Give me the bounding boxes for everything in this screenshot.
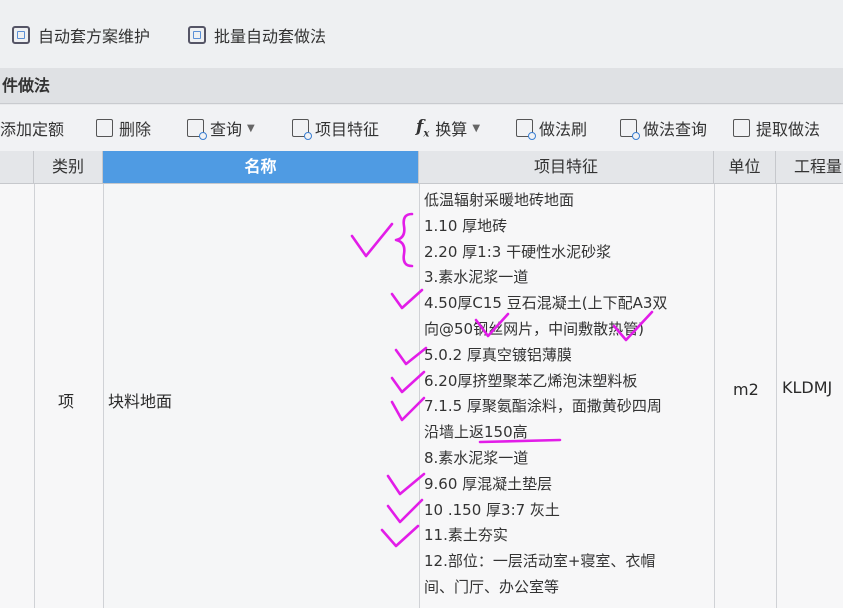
- auto-scheme-maintain-button[interactable]: 自动套方案维护: [12, 22, 150, 48]
- batch-auto-method-label: 批量自动套做法: [214, 27, 327, 46]
- feature-cell[interactable]: 低温辐射采暖地砖地面 1.10 厚地砖 2.20 厚1:3 干硬性水泥砂浆 3.素水泥…: [424, 188, 714, 601]
- feature-icon: [292, 119, 312, 140]
- scheme-icon: [12, 26, 30, 44]
- feature-line: 4.50厚C15 豆石混凝土(上下配A3双: [424, 294, 668, 313]
- column-header-feature[interactable]: 项目特征: [419, 151, 714, 183]
- feature-line: 向@50钢丝网片，中间敷散热管): [424, 319, 644, 338]
- quantity-cell[interactable]: KLDMJ: [782, 378, 832, 397]
- delete-label: 删除: [119, 120, 152, 139]
- column-divider: [34, 184, 35, 608]
- method-toolbar: 添加定额 删除 查询 ▼ 项目特征 fx 换算 ▼ 做法刷 做法查询 提取做法: [0, 105, 843, 152]
- column-header-quantity[interactable]: 工程量: [776, 151, 843, 183]
- chevron-down-icon[interactable]: ▼: [247, 123, 255, 134]
- method-query-button[interactable]: 做法查询: [620, 115, 707, 141]
- add-quota-label: 添加定额: [0, 120, 65, 139]
- column-header-unit[interactable]: 单位: [714, 151, 776, 183]
- column-header-category[interactable]: 类别: [34, 151, 103, 183]
- feature-line: 12.部位：一层活动室+寝室、衣帽: [424, 552, 656, 571]
- query-icon: [187, 119, 207, 140]
- brush-icon: [516, 119, 536, 140]
- add-quota-button[interactable]: 添加定额: [0, 115, 64, 141]
- feature-line: 7.1.5 厚聚氨酯涂料，面撒黄砂四周: [424, 397, 662, 416]
- column-divider: [419, 184, 420, 608]
- conversion-button[interactable]: fx 换算 ▼: [416, 115, 480, 141]
- column-divider: [776, 184, 777, 608]
- feature-line: 10 .150 厚3:7 灰土: [424, 500, 560, 519]
- feature-line: 1.10 厚地砖: [424, 216, 508, 235]
- unit-cell[interactable]: m2: [733, 380, 759, 399]
- section-title: 件做法: [0, 68, 843, 104]
- top-toolbar: 自动套方案维护 批量自动套做法: [0, 0, 843, 69]
- column-divider: [103, 184, 104, 608]
- trash-icon: [96, 119, 113, 137]
- row-handle-header: [0, 151, 34, 183]
- fx-icon: fx: [416, 116, 430, 140]
- chevron-down-icon[interactable]: ▼: [472, 123, 480, 134]
- item-feature-label: 项目特征: [315, 120, 380, 139]
- conversion-label: 换算: [435, 120, 468, 139]
- feature-line: 11.素土夯实: [424, 526, 508, 545]
- feature-line: 9.60 厚混凝土垫层: [424, 474, 553, 493]
- batch-auto-method-button[interactable]: 批量自动套做法: [188, 22, 326, 48]
- feature-line: 8.素水泥浆一道: [424, 448, 529, 467]
- column-header-name[interactable]: 名称: [103, 151, 419, 183]
- name-cell[interactable]: 块料地面: [108, 388, 172, 412]
- feature-line: 3.素水泥浆一道: [424, 268, 529, 287]
- category-cell[interactable]: 项: [58, 388, 74, 412]
- auto-scheme-maintain-label: 自动套方案维护: [38, 27, 151, 46]
- column-divider: [714, 184, 715, 608]
- feature-line: 低温辐射采暖地砖地面: [424, 191, 575, 209]
- query-label: 查询: [210, 120, 243, 139]
- extract-method-button[interactable]: 提取做法: [733, 115, 820, 141]
- feature-line: 6.20厚挤塑聚苯乙烯泡沫塑料板: [424, 371, 638, 390]
- method-query-icon: [620, 119, 640, 140]
- item-feature-button[interactable]: 项目特征: [292, 115, 379, 141]
- method-brush-label: 做法刷: [539, 120, 588, 139]
- method-query-label: 做法查询: [643, 120, 708, 139]
- query-button[interactable]: 查询 ▼: [187, 115, 255, 141]
- feature-line: 2.20 厚1:3 干硬性水泥砂浆: [424, 242, 612, 261]
- extract-icon: [733, 119, 750, 137]
- extract-method-label: 提取做法: [756, 120, 821, 139]
- feature-line: 5.0.2 厚真空镀铝薄膜: [424, 345, 572, 364]
- delete-button[interactable]: 删除: [96, 115, 151, 141]
- batch-icon: [188, 26, 206, 44]
- feature-line: 沿墙上返150高: [424, 423, 528, 442]
- method-brush-button[interactable]: 做法刷: [516, 115, 587, 141]
- table-header: 类别 名称 项目特征 单位 工程量: [0, 151, 843, 184]
- feature-line: 间、门厅、办公室等: [424, 577, 560, 596]
